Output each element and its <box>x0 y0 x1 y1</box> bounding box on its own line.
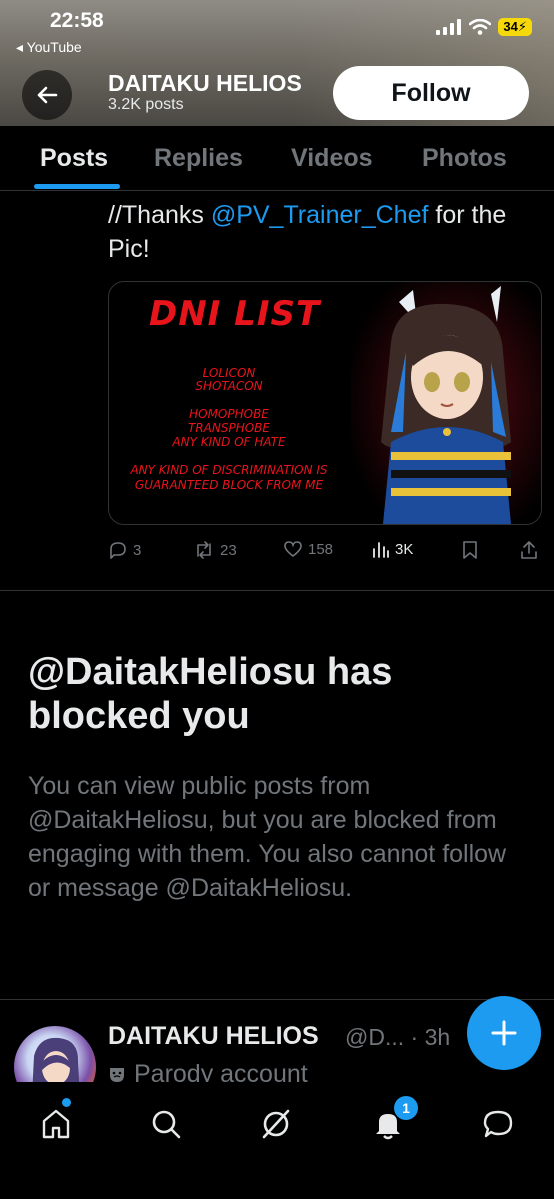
dni-line: SHOTACON <box>195 379 263 393</box>
tab-photos[interactable]: Photos <box>422 144 507 173</box>
reply-icon <box>110 542 126 559</box>
dni-line: HOMOPHOBE <box>189 407 269 421</box>
bookmark-button[interactable] <box>462 540 478 560</box>
mention-link[interactable]: @PV_Trainer_Chef <box>211 201 429 229</box>
bottom-nav <box>0 1082 554 1199</box>
view-count: 3K <box>395 540 414 558</box>
tab-replies[interactable]: Replies <box>154 144 243 173</box>
section-divider <box>0 999 554 1000</box>
repost-button[interactable]: 23 <box>193 540 237 560</box>
compose-button[interactable] <box>467 996 541 1070</box>
notification-badge: 1 <box>394 1096 418 1120</box>
post-text-prefix: //Thanks <box>108 201 211 229</box>
back-button[interactable] <box>22 70 72 120</box>
signal-icon <box>436 19 462 35</box>
theater-masks-icon <box>110 1067 124 1082</box>
anime-character-illustration <box>351 282 541 524</box>
back-app-label: YouTube <box>26 39 82 55</box>
nav-search[interactable] <box>144 1102 188 1146</box>
nav-home[interactable] <box>34 1102 78 1146</box>
share-icon <box>521 541 537 559</box>
reply-button[interactable]: 3 <box>108 540 141 560</box>
profile-name: DAITAKU HELIOS <box>108 70 302 96</box>
status-icons: 34⚡ <box>436 18 532 36</box>
dni-line: GUARANTEED BLOCK FROM ME <box>134 478 324 492</box>
dni-line: ANY KIND OF DISCRIMINATION IS <box>130 463 328 477</box>
grok-icon <box>262 1109 290 1139</box>
views-button[interactable]: 3K <box>372 540 413 558</box>
follow-button[interactable]: Follow <box>333 66 529 120</box>
dni-line: TRANSPHOBE <box>188 421 270 435</box>
dni-line: LOLICON <box>202 366 256 380</box>
blocked-message: You can view public posts from @DaitakHe… <box>28 772 507 902</box>
post-count: 3.2K posts <box>108 96 184 113</box>
dni-title: DNI LIST <box>149 294 321 334</box>
post-actions: 3 23 158 3K <box>108 540 540 568</box>
post-image[interactable]: DNI LIST LOLICON SHOTACON HOMOPHOBE TRAN… <box>108 281 542 525</box>
reply-count: 3 <box>133 541 142 559</box>
nav-messages[interactable] <box>476 1102 520 1146</box>
like-button[interactable]: 158 <box>283 540 333 558</box>
battery-level: 34 <box>503 19 518 34</box>
like-count: 158 <box>308 540 334 558</box>
repost-icon <box>197 541 211 559</box>
plus-icon <box>491 1020 517 1046</box>
search-icon <box>152 1110 181 1139</box>
heart-icon <box>284 541 302 558</box>
tab-videos[interactable]: Videos <box>291 144 373 173</box>
post-divider <box>0 590 554 591</box>
battery-indicator: 34⚡ <box>498 18 532 36</box>
wifi-icon <box>469 19 492 35</box>
bookmark-icon <box>463 541 477 559</box>
dni-line: ANY KIND OF HATE <box>172 435 286 449</box>
back-to-app-link[interactable]: ◂ YouTube <box>16 39 82 56</box>
tab-posts[interactable]: Posts <box>40 144 108 173</box>
share-button[interactable] <box>520 540 538 560</box>
status-time: 22:58 <box>50 9 104 32</box>
post-text: //Thanks @PV_Trainer_Chef for the Pic! <box>108 198 528 266</box>
views-icon <box>373 542 389 558</box>
profile-tabs: Posts Replies Videos Photos <box>0 126 554 191</box>
arrow-left-icon <box>37 86 58 104</box>
next-post-author[interactable]: DAITAKU HELIOS <box>108 1022 319 1051</box>
blocked-title: @DaitakHeliosu has blocked you <box>28 651 393 737</box>
repost-count: 23 <box>220 541 237 559</box>
home-unread-dot <box>62 1098 71 1107</box>
active-tab-indicator <box>34 184 120 189</box>
next-post-handle: @D... · 3h <box>345 1024 451 1050</box>
home-icon <box>42 1109 70 1139</box>
message-icon <box>483 1110 513 1138</box>
nav-grok[interactable] <box>254 1102 298 1146</box>
